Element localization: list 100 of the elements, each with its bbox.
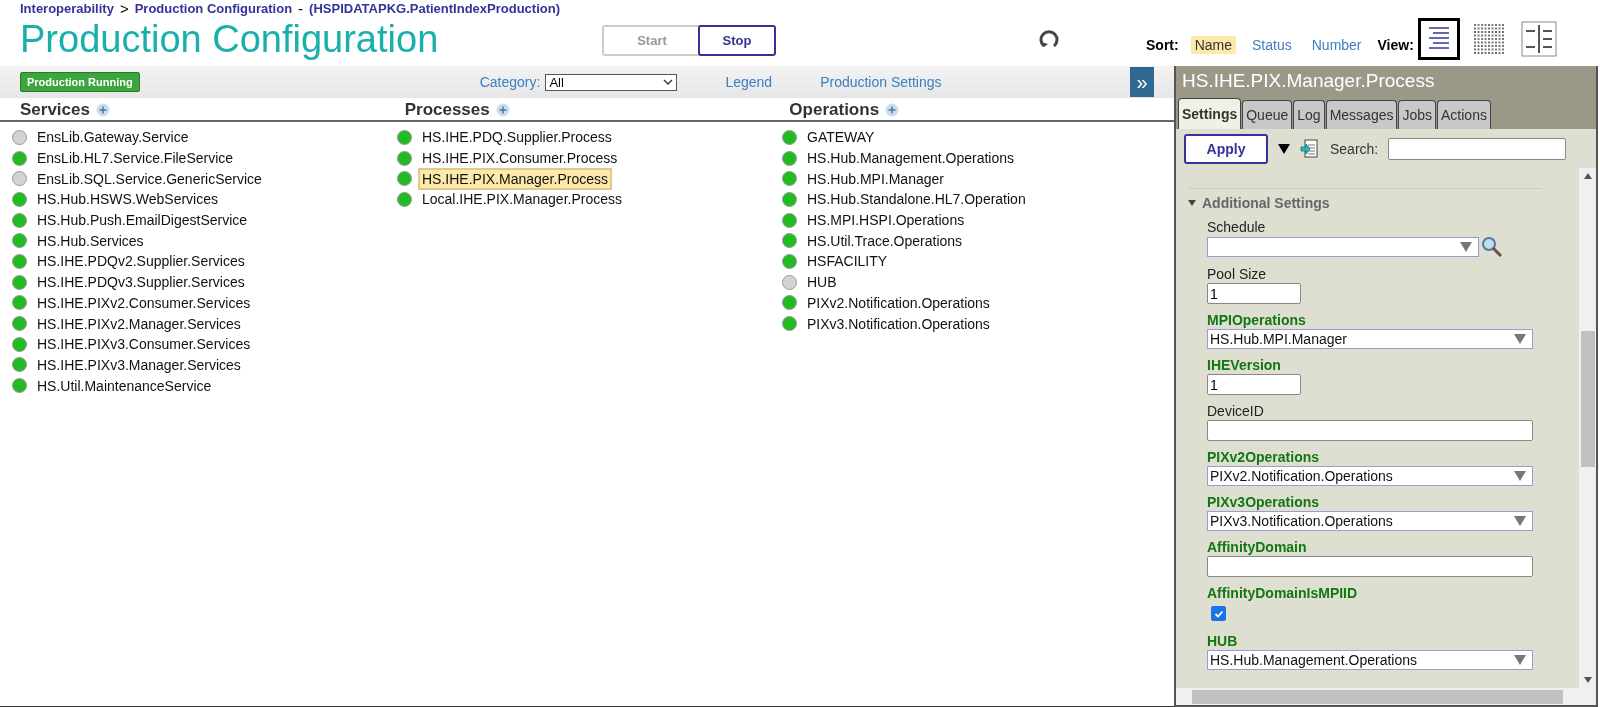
breadcrumb-link[interactable]: Interoperability (20, 0, 114, 16)
dropdown-field[interactable]: PIXv2.Notification.Operations (1207, 466, 1533, 486)
dropdown-field[interactable]: HS.Hub.Management.Operations (1207, 650, 1533, 670)
config-item[interactable]: HS.IHE.PIXv2.Manager.Services (33, 312, 245, 335)
page-title: Production Configuration (20, 17, 440, 62)
config-item[interactable]: HS.IHE.PIX.Manager.Process (418, 167, 612, 190)
column-title: Services (20, 100, 90, 120)
caret-icon[interactable] (1188, 200, 1196, 206)
scrollbar-thumb[interactable] (1192, 689, 1563, 704)
status-badge: Production Running (20, 72, 140, 92)
add-icon[interactable] (885, 103, 900, 117)
expand-arrow-icon[interactable] (1278, 143, 1290, 155)
dropdown-arrow-icon (1514, 471, 1526, 481)
breadcrumb-separator: - (298, 0, 304, 17)
config-item[interactable]: PIXv2.Notification.Operations (803, 291, 994, 314)
field-label: AffinityDomainIsMPIID (1207, 585, 1359, 602)
config-item[interactable]: HSFACILITY (803, 250, 892, 273)
config-item[interactable]: PIXv3.Notification.Operations (803, 312, 994, 335)
config-item[interactable]: HS.IHE.PDQv2.Supplier.Services (33, 250, 249, 273)
field-label: IHEVersion (1207, 357, 1282, 374)
config-item[interactable]: EnsLib.Gateway.Service (33, 126, 193, 149)
config-item[interactable]: HS.Util.MaintenanceService (33, 374, 216, 397)
scroll-up-icon[interactable] (1583, 173, 1592, 179)
config-item[interactable]: HS.IHE.PIXv2.Consumer.Services (33, 291, 255, 314)
dropdown-field[interactable]: HS.Hub.MPI.Manager (1207, 329, 1533, 349)
column-title: Operations (789, 100, 880, 120)
config-item[interactable]: HS.IHE.PIXv3.Consumer.Services (33, 333, 255, 356)
field-label: PIXv2Operations (1207, 449, 1321, 466)
panel-tab[interactable]: Jobs (1398, 100, 1437, 129)
sort-option[interactable]: Name (1190, 36, 1237, 54)
vertical-scrollbar[interactable] (1579, 168, 1596, 688)
checkbox[interactable] (1211, 606, 1226, 621)
config-item[interactable]: HS.Hub.Push.EmailDigestService (33, 209, 252, 232)
config-item[interactable]: HS.IHE.PDQv3.Supplier.Services (33, 271, 249, 294)
panel-tab[interactable]: Messages (1325, 100, 1398, 129)
category-dropdown[interactable]: All (545, 73, 678, 91)
field-label: Pool Size (1207, 266, 1268, 283)
chevron-down-icon (663, 79, 674, 85)
input-field[interactable] (1207, 556, 1533, 577)
config-item[interactable]: HS.Hub.MPI.Manager (803, 167, 948, 190)
toolbar-link[interactable]: Legend (725, 74, 773, 90)
config-item[interactable]: HS.IHE.PIX.Consumer.Process (418, 147, 622, 170)
production-name: (HSPIDATAPKG.PatientIndexProduction) (309, 0, 560, 16)
field-label: MPIOperations (1207, 312, 1307, 329)
dropdown-field[interactable]: PIXv3.Notification.Operations (1207, 511, 1533, 531)
breadcrumb-separator: > (119, 0, 129, 17)
dropdown-arrow-icon (1460, 242, 1472, 252)
breadcrumb-link[interactable]: Production Configuration (134, 0, 293, 16)
add-icon[interactable] (95, 103, 110, 117)
dropdown-arrow-icon (1514, 655, 1526, 665)
dropdown-arrow-icon (1514, 334, 1526, 344)
config-item[interactable]: HS.Hub.Services (33, 229, 148, 252)
panel-tab[interactable]: Actions (1437, 100, 1491, 129)
scrollbar-thumb[interactable] (1580, 331, 1595, 467)
view-button[interactable] (1417, 18, 1460, 60)
grid-view-icon (1471, 22, 1506, 56)
search-field[interactable] (1388, 138, 1567, 160)
config-item[interactable]: HUB (803, 271, 841, 294)
field-label: AffinityDomain (1207, 539, 1308, 556)
config-item[interactable]: HS.MPI.HSPI.Operations (803, 209, 969, 232)
field-label: PIXv3Operations (1207, 494, 1321, 511)
panel-tab[interactable]: Queue (1242, 100, 1293, 129)
field-label: HUB (1207, 633, 1239, 650)
checkmark-icon (1213, 608, 1224, 619)
config-item[interactable]: HS.Hub.Management.Operations (803, 147, 1018, 170)
config-item[interactable]: EnsLib.SQL.Service.GenericService (33, 167, 266, 190)
add-icon[interactable] (495, 103, 510, 117)
view-label: View: (1377, 37, 1414, 53)
input-field[interactable]: 1 (1207, 374, 1301, 395)
field-label: DeviceID (1207, 403, 1265, 420)
stop-button[interactable]: Stop (698, 25, 776, 56)
toolbar-link[interactable]: Production Settings (820, 74, 942, 90)
config-item[interactable]: HS.IHE.PIXv3.Manager.Services (33, 353, 245, 376)
config-item[interactable]: HS.Hub.Standalone.HL7.Operation (803, 188, 1030, 211)
sort-label: Sort: (1146, 37, 1179, 53)
panel-tab[interactable]: Log (1293, 100, 1325, 129)
sort-option[interactable]: Number (1307, 36, 1366, 54)
sort-option[interactable]: Status (1248, 36, 1296, 54)
panel-title: HS.IHE.PIX.Manager.Process (1176, 66, 1596, 98)
config-item[interactable]: Local.IHE.PIX.Manager.Process (418, 188, 626, 211)
dropdown-field[interactable] (1207, 237, 1479, 257)
panel-tab[interactable]: Settings (1178, 98, 1242, 129)
horizontal-scrollbar[interactable] (1176, 688, 1579, 705)
input-field[interactable]: 1 (1207, 283, 1301, 304)
scroll-down-icon[interactable] (1583, 677, 1592, 683)
column-title: Processes (404, 100, 490, 120)
config-item[interactable]: HS.Util.Trace.Operations (803, 229, 967, 252)
config-item[interactable]: HS.IHE.PDQ.Supplier.Process (418, 126, 616, 149)
input-field[interactable] (1207, 420, 1533, 441)
collapse-button[interactable]: » (1130, 67, 1154, 97)
search-icon[interactable] (1481, 236, 1503, 258)
config-item[interactable]: EnsLib.HL7.Service.FileService (33, 147, 238, 170)
apply-button[interactable]: Apply (1184, 134, 1268, 164)
section-title[interactable]: Additional Settings (1202, 195, 1330, 211)
refresh-icon[interactable] (1038, 28, 1060, 50)
config-item[interactable]: HS.Hub.HSWS.WebServices (33, 188, 222, 211)
category-label: Category: (479, 74, 541, 90)
search-label: Search: (1330, 141, 1379, 157)
config-item[interactable]: GATEWAY (803, 126, 879, 149)
export-icon[interactable] (1300, 139, 1318, 159)
